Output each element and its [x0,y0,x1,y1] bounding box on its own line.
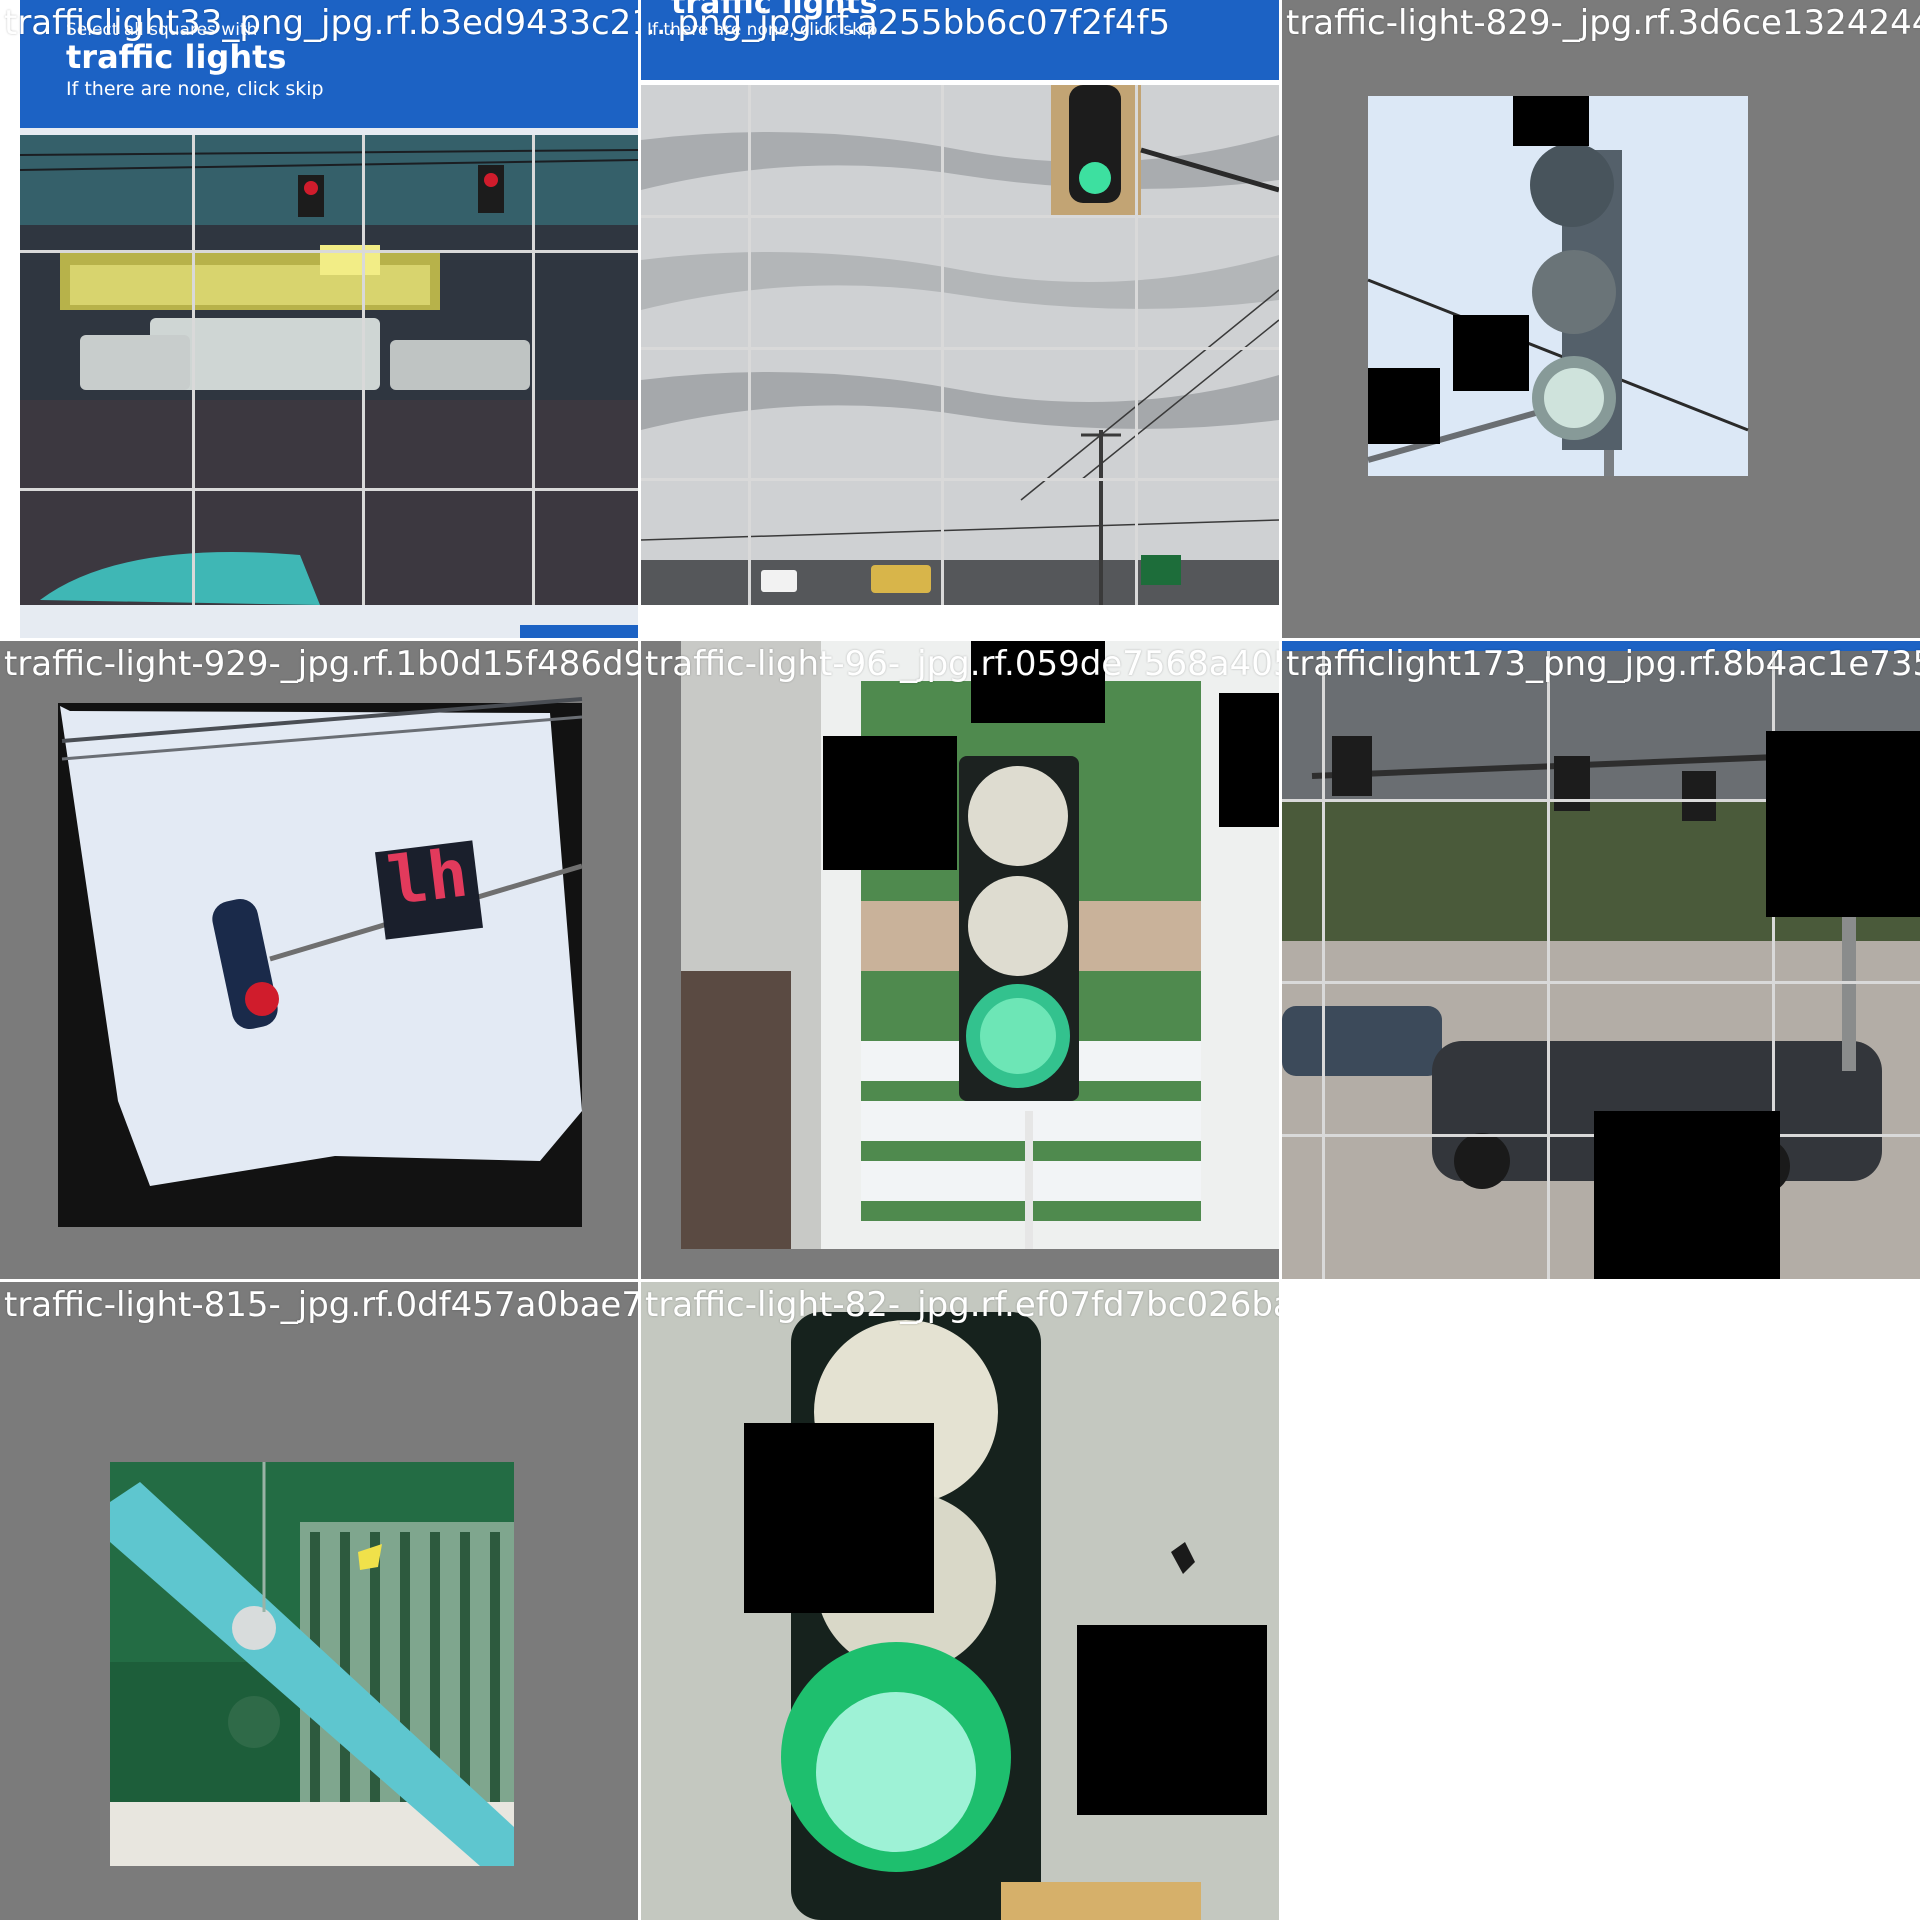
traffic-light-photo [0,1282,638,1920]
mosaic-tile-6: trafficlight173_png_jpg.rf.8b4ac1e735 [1282,641,1920,1279]
redaction-box [1513,96,1589,146]
traffic-light-photo [1282,0,1920,638]
empty-slot [1282,1282,1920,1920]
grid-line [941,85,944,605]
redaction-box [1077,1625,1267,1815]
redaction-box [971,641,1105,723]
captcha-target: traffic lights [671,0,878,21]
redaction-box [1594,1111,1780,1279]
grid-line [1135,85,1138,605]
grid-line [20,250,638,253]
grid-line [20,488,638,491]
lane-sign-text: lh [383,834,472,921]
grid-line [1322,651,1325,1279]
grid-line [748,85,751,605]
redaction-box [1219,693,1279,827]
captcha-hint: If there are none, click skip [647,20,878,40]
mosaic-tile-4: lh traffic-light-929-_jpg.rf.1b0d15f486d… [0,641,638,1279]
grid-line [641,347,1279,350]
redaction-box [1766,731,1920,917]
grid-line [1547,651,1550,1279]
grid-line [641,215,1279,218]
mosaic-tile-3: traffic-light-829-_jpg.rf.3d6ce1324244 [1282,0,1920,638]
redaction-box [1453,315,1529,391]
grid-line [1282,981,1920,984]
grid-line [362,135,365,605]
captcha-target: traffic lights [66,38,287,76]
redaction-box [744,1423,934,1613]
mosaic-tile-1: Select all squares with traffic lights I… [0,0,638,638]
redaction-box [1368,368,1440,444]
mosaic-tile-8: traffic-light-82-_jpg.rf.ef07fd7bc026ba7 [641,1282,1279,1920]
grid-line [192,135,195,605]
mosaic-tile-5: traffic-light-96-_jpg.rf.059de7568a4058 [641,641,1279,1279]
traffic-light-photo [0,641,638,1279]
traffic-light-photo [641,641,1279,1279]
captcha-sky-photo [641,0,1279,638]
captcha-instruction: Select all squares with [66,20,258,40]
captcha-hint: If there are none, click skip [66,78,324,100]
traffic-light-photo [641,1282,1279,1920]
mosaic-tile-2: traffic lights If there are none, click … [641,0,1279,638]
mosaic-tile-7: traffic-light-815-_jpg.rf.0df457a0bae7a4 [0,1282,638,1920]
redaction-box [823,736,957,870]
grid-line [641,478,1279,481]
grid-line [532,135,535,605]
